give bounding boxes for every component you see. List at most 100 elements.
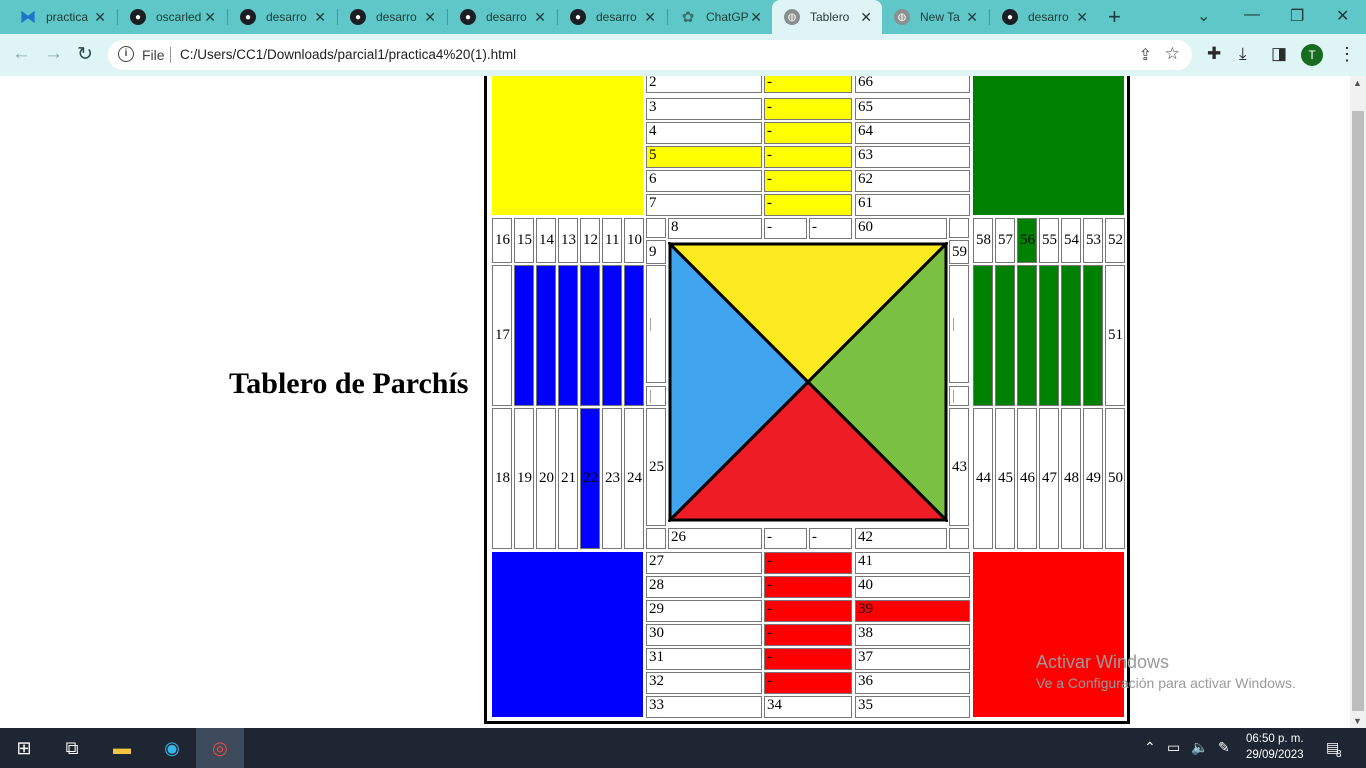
menu-icon[interactable]: ⋮ [1338,44,1356,65]
edge-icon[interactable]: ◉ [148,728,196,768]
track-cell: 55 [1039,218,1059,263]
track-cell: 47 [1039,408,1059,549]
address-bar[interactable]: i File C:/Users/CC1/Downloads/parcial1/p… [108,40,1192,70]
close-tab-icon[interactable]: ✕ [644,9,656,26]
close-tab-icon[interactable]: ✕ [314,9,326,26]
share-icon[interactable]: ⇪ [1139,45,1152,65]
track-cell: - [764,576,852,598]
track-cell: - [764,170,852,192]
track-cell: 35 [855,696,970,718]
track-cell: 38 [855,624,970,646]
task-view-icon[interactable]: ⧉ [48,728,96,768]
center-home [668,242,948,522]
track-cell: 64 [855,122,970,144]
volume-icon[interactable]: 🔈 [1191,739,1208,756]
chrome-icon[interactable]: ◎ [196,728,244,768]
vertical-scrollbar[interactable]: ▲ ▼ [1350,76,1366,728]
close-tab-icon[interactable]: ✕ [204,9,216,26]
github-icon: ● [570,9,586,25]
chevron-up-icon[interactable]: ⌃ [1144,739,1156,756]
github-icon: ● [460,9,476,25]
track-cell: 8 [668,218,762,239]
track-cell: 53 [1083,218,1103,263]
track-cell: - [764,218,807,239]
tab-practica[interactable]: ⧓ practica ✕ [8,0,116,34]
tab-oscarled[interactable]: ● oscarled ✕ [118,0,226,34]
tab-desarro-2[interactable]: ● desarro ✕ [338,0,446,34]
profile-avatar[interactable]: T [1301,44,1323,66]
close-tab-icon[interactable]: ✕ [94,9,106,26]
track-cell: 3 [646,98,762,120]
tab-search-icon[interactable]: ⌄ [1197,6,1210,26]
close-window-button[interactable]: ✕ [1336,6,1349,26]
lane-cell [1061,265,1081,406]
track-cell: 10 [624,218,644,263]
network-icon[interactable]: ▭ [1167,739,1180,756]
site-info-icon[interactable]: i [118,46,134,62]
url-text[interactable]: C:/Users/CC1/Downloads/parcial1/practica… [180,47,516,62]
track-cell: 17 [492,265,512,406]
lane-cell [580,265,600,406]
mark-cell: | [949,386,969,406]
pen-icon[interactable]: ✎ [1218,739,1230,756]
track-cell: - [764,624,852,646]
close-tab-icon[interactable]: ✕ [860,9,872,26]
home-green [973,76,1124,215]
lane-cell [995,265,1015,406]
tab-desarro-3[interactable]: ● desarro ✕ [448,0,556,34]
track-cell: 5 [646,146,762,168]
tab-newtab[interactable]: ◍ New Ta ✕ [882,0,988,34]
track-cell: 43 [949,408,969,526]
scroll-up-arrow[interactable]: ▲ [1353,78,1362,88]
close-tab-icon[interactable]: ✕ [424,9,436,26]
lane-cell [602,265,622,406]
extensions-icon[interactable]: ✚ [1207,44,1221,64]
scroll-down-arrow[interactable]: ▼ [1353,716,1362,726]
new-tab-button[interactable]: + [1108,4,1121,30]
track-cell: 30 [646,624,762,646]
track-cell [646,218,666,238]
track-cell: 2 [646,76,762,93]
page-content: Tablero de Parchís 2-66 3-65 4-64 5-63 6-62 7… [0,76,1350,728]
tab-desarro-5[interactable]: ● desarro ✕ [990,0,1098,34]
scroll-thumb[interactable] [1352,111,1364,711]
taskbar-clock[interactable]: 06:50 p. m. 29/09/2023 [1246,731,1304,763]
track-cell: 28 [646,576,762,598]
back-button[interactable]: ← [12,43,31,65]
close-tab-icon[interactable]: ✕ [966,9,978,26]
restore-button[interactable]: ❐ [1290,6,1304,26]
tab-desarro-1[interactable]: ● desarro ✕ [228,0,336,34]
file-explorer-icon[interactable]: ▬ [98,728,146,768]
track-cell [949,218,969,238]
lane-cell [624,265,644,406]
forward-button[interactable]: → [44,43,63,65]
tab-chatgpt[interactable]: ✿ ChatGP ✕ [668,0,772,34]
tab-tablero[interactable]: ◍ Tablero ✕ [772,0,882,34]
minimize-button[interactable]: — [1244,6,1260,24]
download-icon[interactable]: ⤓ [1239,44,1247,64]
start-button[interactable]: ⊞ [0,728,48,768]
bookmark-star-icon[interactable]: ☆ [1165,44,1180,64]
track-cell: 32 [646,672,762,694]
track-cell: 23 [602,408,622,549]
track-cell: - [764,648,852,670]
track-cell: 65 [855,98,970,120]
chatgpt-icon: ✿ [681,9,695,26]
side-panel-icon[interactable]: ◨ [1271,44,1287,64]
windows-activation-watermark: Activar Windows Ve a Configuración para … [1036,652,1296,691]
lane-cell [558,265,578,406]
track-cell: 27 [646,552,762,574]
close-tab-icon[interactable]: ✕ [750,9,762,26]
track-cell: 31 [646,648,762,670]
track-cell: 26 [668,528,762,549]
close-tab-icon[interactable]: ✕ [1076,9,1088,26]
track-cell: 36 [855,672,970,694]
close-tab-icon[interactable]: ✕ [534,9,546,26]
track-cell: - [809,528,852,549]
track-cell: - [764,528,807,549]
tab-desarro-4[interactable]: ● desarro ✕ [558,0,666,34]
track-cell: 15 [514,218,534,263]
track-cell: - [764,672,852,694]
reload-button[interactable]: ↻ [77,43,93,66]
track-cell: 9 [646,240,666,264]
